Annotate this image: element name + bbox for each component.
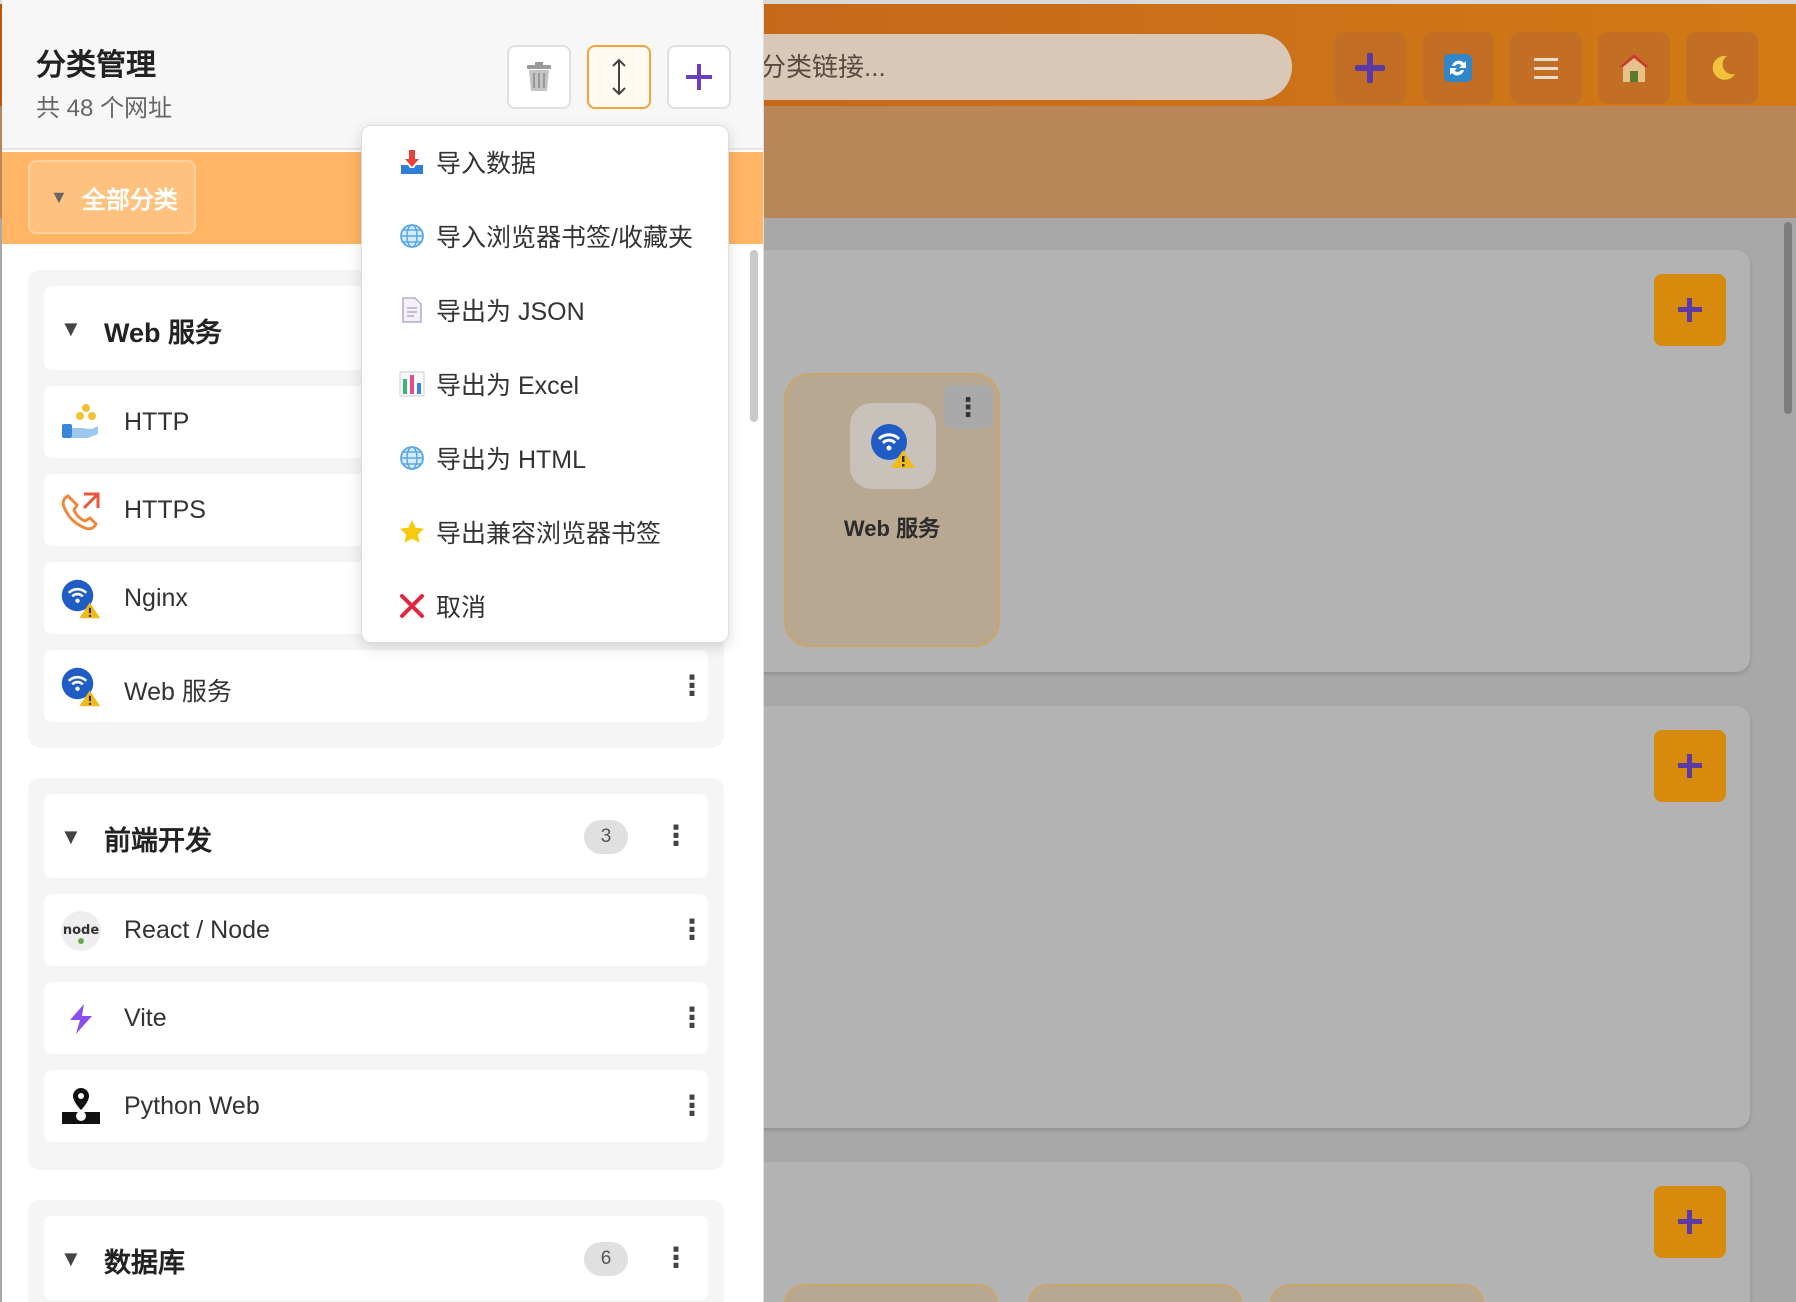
menu-item-export-html[interactable]: 导出为 HTML [362,428,728,488]
menu-item-export-json[interactable]: 导出为 JSON [362,280,728,340]
star-icon [398,518,426,546]
menu-button[interactable] [1510,32,1582,104]
map-pin-icon [60,1086,102,1128]
group-menu-button[interactable]: ⋮ [662,816,690,856]
group-header[interactable]: ▼ 前端开发 3 ⋮ [44,794,708,878]
group-name: Web 服务 [104,318,223,348]
panel-title: 分类管理 [36,49,156,82]
menu-item-label: 导出为 HTML [436,446,587,474]
svg-text:node: node [63,923,99,938]
category-card [730,1162,1750,1302]
tile-menu-button[interactable]: ⋮ [944,385,992,429]
menu-item-label: 取消 [436,594,487,622]
item-label: Nginx [124,584,188,612]
menu-item-label: 导出为 Excel [436,372,580,400]
refresh-button[interactable] [1422,32,1494,104]
list-item[interactable]: node React / Node ⋮ [44,894,708,966]
wifi-warning-icon [850,403,936,489]
cross-icon [398,592,426,620]
import-tray-icon [398,148,426,176]
all-categories-label: 全部分类 [81,186,178,214]
globe-icon [398,444,426,472]
link-tile[interactable]: ⋮ Web 服务 [784,373,1000,647]
count-badge: 6 [584,1242,628,1276]
menu-item-label: 导出为 JSON [436,298,585,326]
link-tile[interactable] [784,1284,998,1302]
search-input[interactable] [700,34,1292,100]
category-group: ▼ 前端开发 3 ⋮ node React / Node ⋮ Vite ⋮ Py… [28,778,724,1170]
link-tile[interactable] [1270,1284,1484,1302]
plus-icon [1678,754,1702,778]
refresh-icon [1444,54,1472,82]
item-label: Vite [124,1004,167,1032]
menu-item-export-browser-bookmarks[interactable]: 导出兼容浏览器书签 [362,502,728,562]
card-add-button[interactable] [1654,1186,1726,1258]
plus-icon [1678,1210,1702,1234]
item-label: Python Web [124,1092,260,1120]
up-down-arrow-icon [612,58,626,96]
item-label: Web 服务 [124,678,232,706]
trash-icon [527,62,551,91]
list-item[interactable]: Python Web ⋮ [44,1070,708,1142]
list-item[interactable]: Web 服务 ⋮ [44,650,708,722]
triangle-down-icon: ▼ [60,1246,82,1271]
category-card [730,706,1750,1128]
triangle-down-icon: ▼ [60,316,82,341]
card-add-button[interactable] [1654,730,1726,802]
group-name: 数据库 [104,1248,185,1278]
main-scrollbar[interactable] [1784,222,1792,414]
globe-icon [398,222,426,250]
bar-chart-icon [398,370,426,398]
panel-scrollbar[interactable] [750,250,758,422]
phone-call-icon [60,490,102,532]
wifi-warning-icon [60,666,102,708]
home-button[interactable] [1598,32,1670,104]
hamburger-icon [1534,58,1558,79]
item-menu-button[interactable]: ⋮ [678,910,706,950]
group-menu-button[interactable]: ⋮ [662,1238,690,1278]
trash-button[interactable] [507,45,571,109]
item-label: HTTPS [124,496,206,524]
moon-icon [1712,55,1735,80]
document-icon [398,296,426,324]
list-item[interactable]: Vite ⋮ [44,982,708,1054]
menu-item-label: 导入数据 [436,150,537,178]
menu-item-import-bookmarks[interactable]: 导入浏览器书签/收藏夹 [362,206,728,266]
plus-icon [686,64,712,90]
dark-mode-button[interactable] [1686,32,1758,104]
item-menu-button[interactable]: ⋮ [678,1086,706,1126]
plus-icon [1678,298,1702,322]
triangle-down-icon: ▼ [50,186,68,207]
menu-item-cancel[interactable]: 取消 [362,576,728,636]
item-label: React / Node [124,916,270,944]
triangle-down-icon: ▼ [60,824,82,849]
tile-label: Web 服务 [843,516,941,541]
import-export-button[interactable] [587,45,651,109]
url-count: 共 48 个网址 [36,95,173,122]
add-link-button[interactable] [1334,32,1406,104]
group-header[interactable]: ▼ 数据库 6 ⋮ [44,1216,708,1300]
lightning-icon [60,998,102,1040]
node-icon: node [60,910,102,952]
menu-item-export-excel[interactable]: 导出为 Excel [362,354,728,414]
add-category-button[interactable] [667,45,731,109]
all-categories-toggle[interactable]: ▼ 全部分类 [28,160,196,234]
menu-item-label: 导出兼容浏览器书签 [436,520,662,548]
item-label: HTTP [124,408,190,436]
category-group: ▼ 数据库 6 ⋮ [28,1200,724,1302]
card-add-button[interactable] [1654,274,1726,346]
link-tile[interactable] [1028,1284,1242,1302]
menu-item-import-data[interactable]: 导入数据 [362,132,728,192]
menu-item-label: 导入浏览器书签/收藏夹 [436,224,693,252]
plus-icon [1355,53,1385,83]
item-menu-button[interactable]: ⋮ [678,998,706,1038]
home-icon [1619,54,1649,82]
http-icon [60,402,102,444]
item-menu-button[interactable]: ⋮ [678,666,706,706]
group-name: 前端开发 [104,826,212,856]
wifi-warning-icon [60,578,102,620]
count-badge: 3 [584,820,628,854]
import-export-menu: 导入数据 导入浏览器书签/收藏夹 导出为 JSON 导出为 Excel 导出为 … [361,125,729,643]
